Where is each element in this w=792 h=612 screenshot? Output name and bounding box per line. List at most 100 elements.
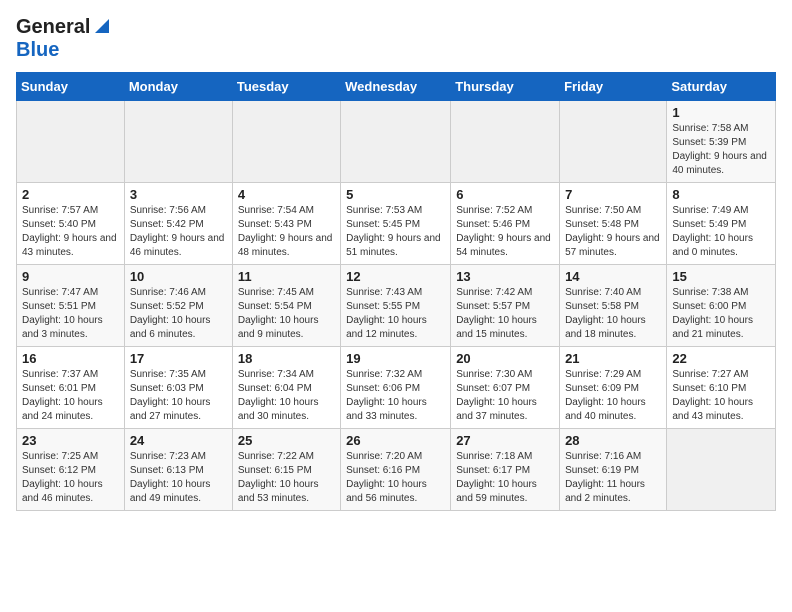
calendar-cell xyxy=(560,101,667,183)
calendar-cell: 4Sunrise: 7:54 AM Sunset: 5:43 PM Daylig… xyxy=(232,183,340,265)
day-number: 24 xyxy=(130,433,227,448)
day-info: Sunrise: 7:38 AM Sunset: 6:00 PM Dayligh… xyxy=(672,286,770,342)
weekday-header-row: SundayMondayTuesdayWednesdayThursdayFrid… xyxy=(17,73,776,101)
weekday-header-friday: Friday xyxy=(560,73,667,101)
day-number: 16 xyxy=(22,351,119,366)
day-number: 5 xyxy=(346,187,445,202)
calendar-cell: 19 Sunrise: 7:32 AM Sunset: 6:06 PM Dayli… xyxy=(341,347,451,429)
calendar-cell: 15 Sunrise: 7:38 AM Sunset: 6:00 PM Dayli… xyxy=(667,265,776,347)
calendar-cell: 18 Sunrise: 7:34 AM Sunset: 6:04 PM Dayli… xyxy=(232,347,340,429)
calendar-cell: 25 Sunrise: 7:22 AM Sunset: 6:15 PM Dayli… xyxy=(232,429,340,511)
weekday-header-sunday: Sunday xyxy=(17,73,125,101)
day-number: 19 xyxy=(346,351,445,366)
calendar-cell: 24 Sunrise: 7:23 AM Sunset: 6:13 PM Dayli… xyxy=(124,429,232,511)
day-info: Sunrise: 7:20 AM Sunset: 6:16 PM Dayligh… xyxy=(346,450,445,506)
day-info: Sunrise: 7:42 AM Sunset: 5:57 PM Dayligh… xyxy=(456,286,554,342)
day-number: 27 xyxy=(456,433,554,448)
calendar-cell xyxy=(341,101,451,183)
day-info: Sunrise: 7:18 AM Sunset: 6:17 PM Dayligh… xyxy=(456,450,554,506)
calendar-week-row: 23Sunrise: 7:25 AM Sunset: 6:12 PM Dayli… xyxy=(17,429,776,511)
day-number: 4 xyxy=(238,187,335,202)
day-info: Sunrise: 7:58 AM Sunset: 5:39 PM Dayligh… xyxy=(672,122,770,178)
day-info: Sunrise: 7:40 AM Sunset: 5:58 PM Dayligh… xyxy=(565,286,661,342)
calendar-cell: 6Sunrise: 7:52 AM Sunset: 5:46 PM Daylig… xyxy=(451,183,560,265)
day-number: 17 xyxy=(130,351,227,366)
day-info: Sunrise: 7:32 AM Sunset: 6:06 PM Dayligh… xyxy=(346,368,445,424)
day-number: 11 xyxy=(238,269,335,284)
calendar-week-row: 9Sunrise: 7:47 AM Sunset: 5:51 PM Daylig… xyxy=(17,265,776,347)
day-info: Sunrise: 7:30 AM Sunset: 6:07 PM Dayligh… xyxy=(456,368,554,424)
calendar-cell: 1 Sunrise: 7:58 AM Sunset: 5:39 PM Daylig… xyxy=(667,101,776,183)
day-info: Sunrise: 7:46 AM Sunset: 5:52 PM Dayligh… xyxy=(130,286,227,342)
day-number: 26 xyxy=(346,433,445,448)
day-number: 22 xyxy=(672,351,770,366)
day-number: 1 xyxy=(672,105,770,120)
calendar-cell: 11 Sunrise: 7:45 AM Sunset: 5:54 PM Dayli… xyxy=(232,265,340,347)
day-number: 20 xyxy=(456,351,554,366)
day-info: Sunrise: 7:57 AM Sunset: 5:40 PM Dayligh… xyxy=(22,204,119,260)
day-info: Sunrise: 7:27 AM Sunset: 6:10 PM Dayligh… xyxy=(672,368,770,424)
calendar-cell: 23Sunrise: 7:25 AM Sunset: 6:12 PM Dayli… xyxy=(17,429,125,511)
day-number: 28 xyxy=(565,433,661,448)
calendar-cell xyxy=(17,101,125,183)
weekday-header-monday: Monday xyxy=(124,73,232,101)
day-number: 23 xyxy=(22,433,119,448)
calendar-cell: 9Sunrise: 7:47 AM Sunset: 5:51 PM Daylig… xyxy=(17,265,125,347)
calendar-cell: 3 Sunrise: 7:56 AM Sunset: 5:42 PM Daylig… xyxy=(124,183,232,265)
calendar-cell xyxy=(667,429,776,511)
calendar-cell: 21 Sunrise: 7:29 AM Sunset: 6:09 PM Dayli… xyxy=(560,347,667,429)
day-number: 8 xyxy=(672,187,770,202)
day-number: 7 xyxy=(565,187,661,202)
calendar-cell: 14Sunrise: 7:40 AM Sunset: 5:58 PM Dayli… xyxy=(560,265,667,347)
calendar-cell: 10 Sunrise: 7:46 AM Sunset: 5:52 PM Dayli… xyxy=(124,265,232,347)
calendar-cell: 17 Sunrise: 7:35 AM Sunset: 6:03 PM Dayli… xyxy=(124,347,232,429)
day-info: Sunrise: 7:45 AM Sunset: 5:54 PM Dayligh… xyxy=(238,286,335,342)
day-info: Sunrise: 7:22 AM Sunset: 6:15 PM Dayligh… xyxy=(238,450,335,506)
day-number: 12 xyxy=(346,269,445,284)
day-number: 18 xyxy=(238,351,335,366)
day-info: Sunrise: 7:49 AM Sunset: 5:49 PM Dayligh… xyxy=(672,204,770,260)
day-number: 15 xyxy=(672,269,770,284)
logo-arrow-icon xyxy=(91,15,113,37)
day-info: Sunrise: 7:29 AM Sunset: 6:09 PM Dayligh… xyxy=(565,368,661,424)
day-number: 25 xyxy=(238,433,335,448)
calendar-cell xyxy=(124,101,232,183)
calendar-cell: 22 Sunrise: 7:27 AM Sunset: 6:10 PM Dayli… xyxy=(667,347,776,429)
day-number: 3 xyxy=(130,187,227,202)
calendar-cell xyxy=(451,101,560,183)
calendar-week-row: 2 Sunrise: 7:57 AM Sunset: 5:40 PM Daylig… xyxy=(17,183,776,265)
calendar-cell: 26 Sunrise: 7:20 AM Sunset: 6:16 PM Dayli… xyxy=(341,429,451,511)
calendar-cell: 7 Sunrise: 7:50 AM Sunset: 5:48 PM Daylig… xyxy=(560,183,667,265)
day-number: 6 xyxy=(456,187,554,202)
logo: General Blue xyxy=(16,16,113,62)
day-number: 10 xyxy=(130,269,227,284)
logo-general-text: General xyxy=(16,16,90,39)
day-number: 2 xyxy=(22,187,119,202)
day-info: Sunrise: 7:34 AM Sunset: 6:04 PM Dayligh… xyxy=(238,368,335,424)
day-info: Sunrise: 7:23 AM Sunset: 6:13 PM Dayligh… xyxy=(130,450,227,506)
day-info: Sunrise: 7:50 AM Sunset: 5:48 PM Dayligh… xyxy=(565,204,661,260)
calendar-cell: 27 Sunrise: 7:18 AM Sunset: 6:17 PM Dayli… xyxy=(451,429,560,511)
day-info: Sunrise: 7:56 AM Sunset: 5:42 PM Dayligh… xyxy=(130,204,227,260)
day-info: Sunrise: 7:53 AM Sunset: 5:45 PM Dayligh… xyxy=(346,204,445,260)
weekday-header-wednesday: Wednesday xyxy=(341,73,451,101)
calendar-cell: 13Sunrise: 7:42 AM Sunset: 5:57 PM Dayli… xyxy=(451,265,560,347)
calendar-cell: 28Sunrise: 7:16 AM Sunset: 6:19 PM Dayli… xyxy=(560,429,667,511)
calendar-cell: 20 Sunrise: 7:30 AM Sunset: 6:07 PM Dayli… xyxy=(451,347,560,429)
calendar-cell: 5 Sunrise: 7:53 AM Sunset: 5:45 PM Daylig… xyxy=(341,183,451,265)
day-number: 21 xyxy=(565,351,661,366)
page-header: General Blue xyxy=(16,16,776,62)
weekday-header-tuesday: Tuesday xyxy=(232,73,340,101)
day-info: Sunrise: 7:43 AM Sunset: 5:55 PM Dayligh… xyxy=(346,286,445,342)
calendar-cell: 16 Sunrise: 7:37 AM Sunset: 6:01 PM Dayli… xyxy=(17,347,125,429)
calendar-week-row: 1 Sunrise: 7:58 AM Sunset: 5:39 PM Daylig… xyxy=(17,101,776,183)
day-info: Sunrise: 7:37 AM Sunset: 6:01 PM Dayligh… xyxy=(22,368,119,424)
day-info: Sunrise: 7:35 AM Sunset: 6:03 PM Dayligh… xyxy=(130,368,227,424)
calendar-cell: 12 Sunrise: 7:43 AM Sunset: 5:55 PM Dayli… xyxy=(341,265,451,347)
calendar-cell: 8 Sunrise: 7:49 AM Sunset: 5:49 PM Daylig… xyxy=(667,183,776,265)
calendar-table: SundayMondayTuesdayWednesdayThursdayFrid… xyxy=(16,72,776,511)
weekday-header-saturday: Saturday xyxy=(667,73,776,101)
logo-blue-text: Blue xyxy=(16,39,59,61)
calendar-cell: 2 Sunrise: 7:57 AM Sunset: 5:40 PM Daylig… xyxy=(17,183,125,265)
day-number: 9 xyxy=(22,269,119,284)
